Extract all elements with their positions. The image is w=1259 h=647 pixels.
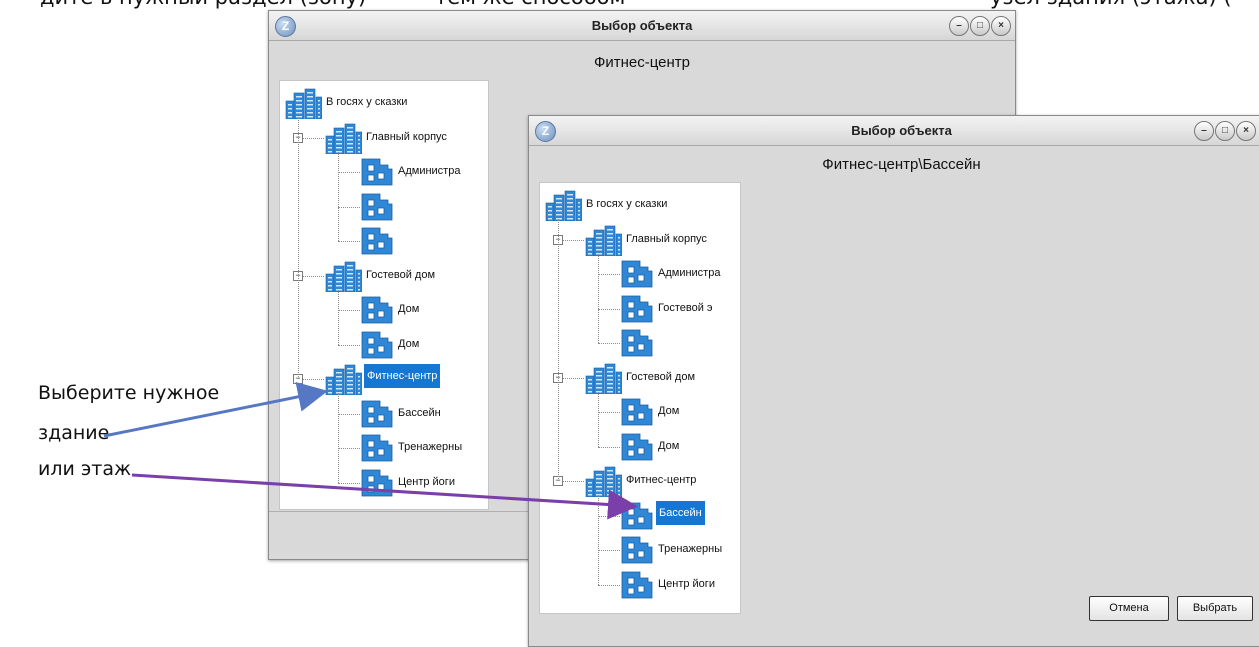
tree-node-label: Дом [658,405,680,417]
minimize-button[interactable]: – [1194,121,1214,141]
tree-connector [338,344,360,346]
tree-connector [598,550,620,551]
tree-connector [338,393,339,483]
building-icon [584,224,623,261]
instruction-fragment-left: дите в нужный раздел (зону) [40,0,366,9]
tree-node-label: Центр йоги [658,577,715,590]
object-picker-window-front: Z Выбор объекта – □ × Фитнес-центр\Бассе… [528,115,1259,647]
floor-icon [620,569,654,606]
selected-path: Фитнес-центр [593,54,691,71]
tree-connector [338,310,360,311]
tree-node-label: Фитнес-центр [626,474,697,486]
window-title: Выбор объекта [851,123,952,138]
window-title: Выбор объекта [591,18,693,33]
tree-connector [338,482,360,484]
tree-connector [338,448,360,449]
building-icon [284,87,323,124]
cancel-button[interactable]: Отмена [1089,596,1169,621]
maximize-button[interactable]: □ [970,16,990,36]
floor-icon [360,294,394,331]
tree-node-label: В госях у сказки [326,96,408,108]
tree-node-label: Гостевой дом [366,268,436,281]
tree-node-label: Бассейн [398,406,441,419]
floor-icon [360,156,394,193]
tree-connector [598,253,599,343]
tree-node-label: Администра [398,165,461,177]
tree-connector [298,117,299,379]
tree-connector [558,219,559,481]
tree-node-label: В госях у сказки [586,198,668,210]
minimize-button[interactable]: – [949,16,969,36]
tree-connector [338,206,360,208]
selected-path: Фитнес-центр\Бассейн [822,156,981,173]
object-tree[interactable]: В госях у сказки Главный корпус − Администр… [539,182,741,614]
floor-icon [360,191,394,228]
tree-connector [598,343,620,344]
tree-node-label: Тренажерны [658,543,723,555]
tree-connector [338,413,360,415]
floor-icon [360,225,394,262]
floor-icon [360,398,394,435]
building-icon [324,260,363,297]
tree-node-label [396,199,400,201]
maximize-button[interactable]: □ [1215,121,1235,141]
tree-connector [598,495,599,585]
instruction-fragment-mid: тем же способом [435,0,625,9]
tree-node-label [396,233,400,235]
tree-node-label: Администра [658,267,721,279]
tree-connector [598,308,620,310]
tree-node-label: Главный корпус [626,232,707,245]
window-titlebar[interactable]: Z Выбор объекта – □ × [529,116,1259,146]
floor-icon [360,432,394,469]
close-button[interactable]: × [1236,121,1256,141]
tree-connector [598,446,620,448]
floor-icon [360,329,394,366]
tree-node-label: Дом [398,337,420,350]
instruction-fragment-right: узел здания (этажа) ( [990,0,1232,9]
object-tree[interactable]: В госях у сказки Главный корпус − Администр… [279,80,489,510]
callout-line-3: или этаж [38,458,132,480]
tree-node-label: Главный корпус [366,130,447,143]
tree-node-label: Фитнес-центр [364,364,441,388]
tree-connector [598,584,620,586]
tree-connector [598,274,620,275]
floor-icon [620,534,654,571]
floor-icon [620,396,654,433]
tree-node-label: Гостевой э [658,301,713,314]
floor-icon [620,500,654,537]
tree-connector [598,391,599,447]
callout-line-2: здание [38,422,110,444]
building-icon [584,465,623,502]
tree-node-label: Центр йоги [398,475,455,488]
tree-connector [598,515,620,517]
building-icon [324,363,363,400]
floor-icon [620,258,654,295]
tree-node-label [656,335,660,337]
close-button[interactable]: × [991,16,1011,36]
tree-connector [338,151,339,241]
tree-connector [598,412,620,413]
tree-node-label: Дом [398,303,420,315]
tree-node-label: Тренажерны [398,441,463,453]
floor-icon [360,467,394,504]
building-icon [324,122,363,159]
tree-connector [338,241,360,242]
callout-line-1: Выберите нужное [38,382,220,404]
tree-node-label: Гостевой дом [626,370,696,383]
window-titlebar[interactable]: Z Выбор объекта – □ × [269,11,1015,41]
tree-node-label: Дом [658,439,680,452]
floor-icon [620,293,654,330]
floor-icon [620,327,654,364]
select-button[interactable]: Выбрать [1177,596,1253,621]
building-icon [544,189,583,226]
floor-icon [620,431,654,468]
tree-connector [338,172,360,173]
tree-connector [338,289,339,345]
tree-node-label: Бассейн [656,500,705,525]
building-icon [584,362,623,399]
